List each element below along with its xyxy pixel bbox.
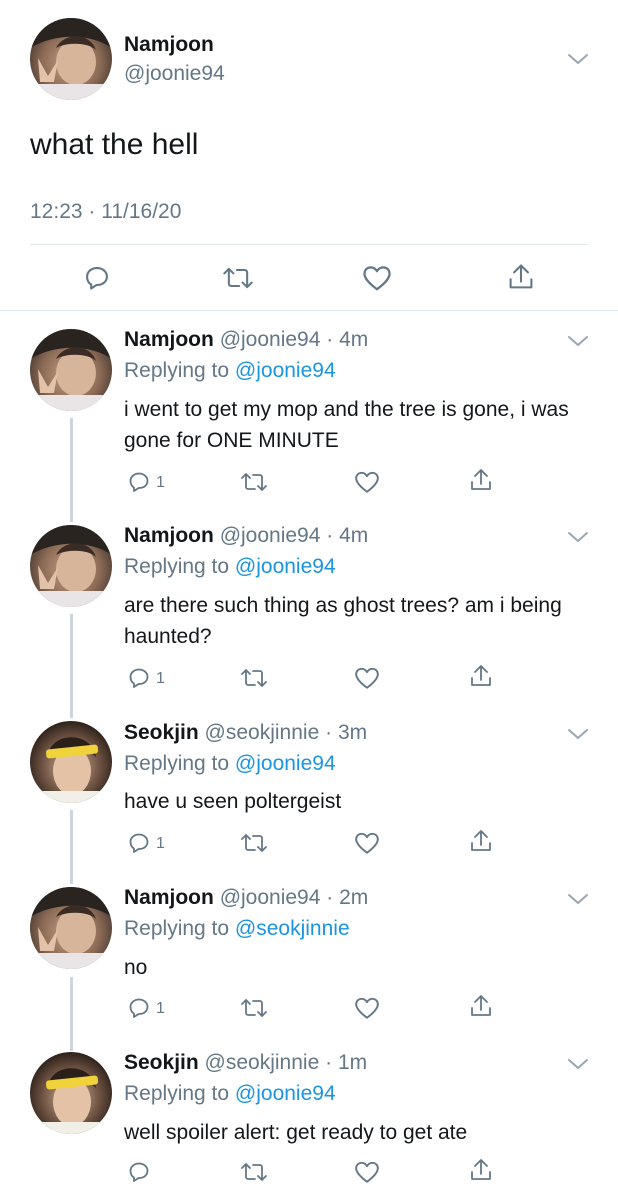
main-tweet-handle[interactable]: @joonie94	[124, 62, 225, 86]
reply-avatar[interactable]	[30, 887, 112, 969]
reply-text: no	[124, 956, 148, 979]
reply-author-name[interactable]: Seokjin	[124, 1051, 199, 1074]
retweet-icon[interactable]	[240, 666, 268, 690]
reply-icon[interactable]	[127, 470, 151, 494]
chevron-down-icon[interactable]	[567, 52, 589, 66]
retweet-icon[interactable]	[240, 831, 268, 855]
retweet-icon[interactable]	[240, 996, 268, 1020]
reply-avatar[interactable]	[30, 329, 112, 411]
divider	[0, 310, 618, 311]
thread-line	[70, 418, 73, 522]
reply-text: have u seen poltergeist	[124, 790, 342, 813]
share-icon[interactable]	[469, 467, 493, 493]
replying-to-link[interactable]: @seokjinnie	[235, 917, 350, 940]
share-icon[interactable]	[469, 1157, 493, 1183]
like-icon[interactable]	[354, 996, 380, 1020]
reply-header: Namjoon @joonie94 · 4m	[124, 524, 369, 547]
reply-icon[interactable]	[127, 831, 151, 855]
retweet-icon[interactable]	[240, 470, 268, 494]
chevron-down-icon[interactable]	[567, 727, 589, 741]
reply-count: 1	[156, 835, 165, 852]
reply-count: 1	[156, 670, 165, 687]
replying-to-link[interactable]: @joonie94	[235, 359, 336, 382]
replying-to-link[interactable]: @joonie94	[235, 555, 336, 578]
reply-text: are there such thing as ghost trees? am …	[124, 594, 562, 648]
reply-count: 1	[156, 474, 165, 491]
retweet-icon[interactable]	[222, 264, 254, 292]
reply-author-name[interactable]: Namjoon	[124, 886, 214, 909]
like-icon[interactable]	[354, 831, 380, 855]
thread-line	[70, 810, 73, 884]
like-icon[interactable]	[362, 264, 392, 292]
main-tweet-text: what the hell	[30, 128, 199, 161]
replying-to: Replying to @joonie94	[124, 359, 336, 382]
reply-avatar[interactable]	[30, 525, 112, 607]
reply-author-handle[interactable]: @joonie94	[220, 524, 321, 547]
reply-header: Namjoon @joonie94 · 2m	[124, 886, 369, 909]
share-icon[interactable]	[507, 262, 535, 292]
reply-author-handle[interactable]: @seokjinnie	[205, 721, 320, 744]
divider	[30, 244, 588, 245]
retweet-icon[interactable]	[240, 1160, 268, 1184]
reply-time: 2m	[339, 886, 369, 909]
reply-time: 1m	[337, 1051, 368, 1074]
reply-icon[interactable]	[127, 1160, 151, 1184]
reply-count: 1	[156, 1000, 165, 1017]
like-icon[interactable]	[354, 1160, 380, 1184]
replying-to: Replying to @joonie94	[124, 1082, 336, 1105]
reply-time: 4m	[339, 524, 369, 547]
chevron-down-icon[interactable]	[567, 334, 589, 348]
reply-author-handle[interactable]: @seokjinnie	[205, 1051, 320, 1074]
reply-avatar[interactable]	[30, 721, 112, 803]
like-icon[interactable]	[354, 470, 380, 494]
replying-to: Replying to @joonie94	[124, 752, 336, 775]
reply-author-handle[interactable]: @joonie94	[220, 886, 321, 909]
replying-to-link[interactable]: @joonie94	[235, 752, 336, 775]
chevron-down-icon[interactable]	[567, 892, 589, 906]
reply-header: Seokjin @seokjinnie · 3m	[124, 721, 368, 744]
share-icon[interactable]	[469, 663, 493, 689]
reply-text: i went to get my mop and the tree is gon…	[124, 398, 569, 452]
reply-author-name[interactable]: Namjoon	[124, 524, 214, 547]
share-icon[interactable]	[469, 993, 493, 1019]
thread-line	[70, 614, 73, 718]
like-icon[interactable]	[354, 666, 380, 690]
reply-icon[interactable]	[83, 264, 111, 292]
reply-avatar[interactable]	[30, 1052, 112, 1134]
reply-author-name[interactable]: Seokjin	[124, 721, 199, 744]
reply-author-name[interactable]: Namjoon	[124, 328, 214, 351]
thread-line	[70, 977, 73, 1051]
replying-to: Replying to @seokjinnie	[124, 917, 350, 940]
reply-time: 4m	[339, 328, 369, 351]
main-tweet-timestamp: 12:23 · 11/16/20	[30, 200, 182, 223]
reply-header: Namjoon @joonie94 · 4m	[124, 328, 369, 351]
reply-text: well spoiler alert: get ready to get ate	[124, 1121, 468, 1144]
reply-icon[interactable]	[127, 996, 151, 1020]
replying-to-link[interactable]: @joonie94	[235, 1082, 336, 1105]
share-icon[interactable]	[469, 828, 493, 854]
chevron-down-icon[interactable]	[567, 530, 589, 544]
chevron-down-icon[interactable]	[567, 1057, 589, 1071]
reply-author-handle[interactable]: @joonie94	[220, 328, 321, 351]
reply-icon[interactable]	[127, 666, 151, 690]
reply-time: 3m	[337, 721, 368, 744]
main-tweet-avatar[interactable]	[30, 18, 112, 100]
reply-header: Seokjin @seokjinnie · 1m	[124, 1051, 368, 1074]
main-tweet-name[interactable]: Namjoon	[124, 33, 214, 57]
replying-to: Replying to @joonie94	[124, 555, 336, 578]
